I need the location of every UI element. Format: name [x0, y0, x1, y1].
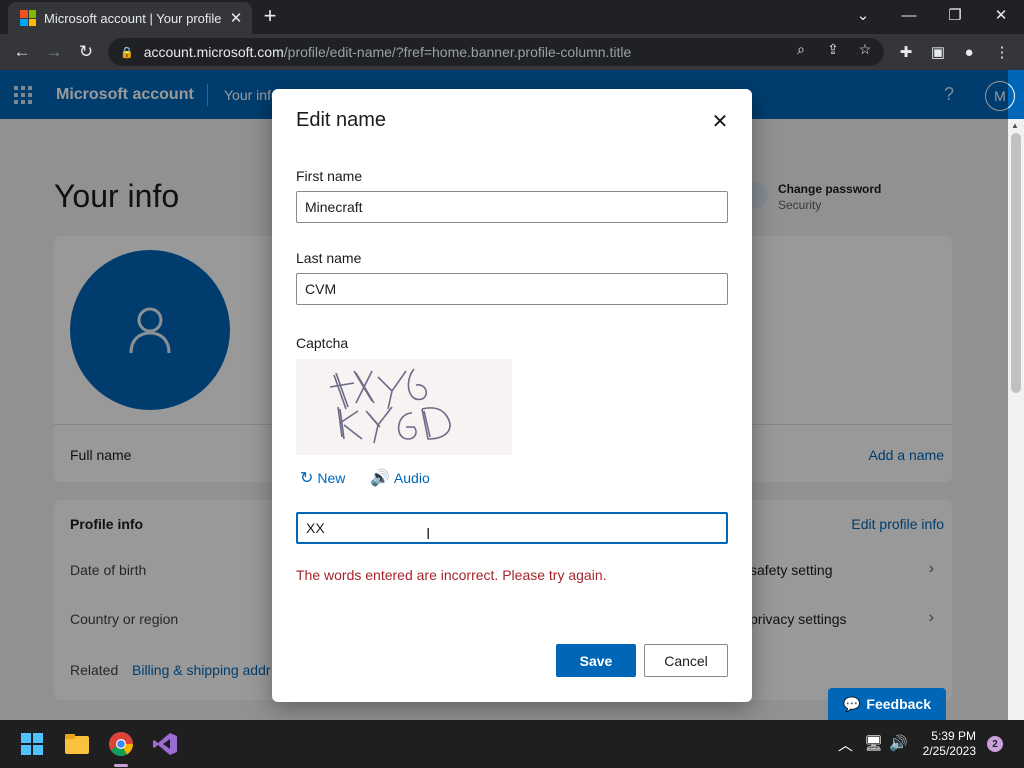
- windows-start-icon[interactable]: [18, 730, 46, 758]
- dialog-title: Edit name: [296, 109, 387, 131]
- audio-captcha-label: Audio: [393, 470, 430, 486]
- browser-tab[interactable]: Microsoft account | Your profile ✕: [8, 2, 252, 34]
- visual-studio-icon[interactable]: [151, 730, 179, 758]
- first-name-label: First name: [296, 168, 363, 184]
- microsoft-logo-icon: [20, 10, 36, 26]
- share-icon[interactable]: ⇪: [824, 40, 842, 58]
- forward-icon[interactable]: →: [42, 40, 66, 64]
- audio-captcha-button[interactable]: 🔊 Audio: [370, 468, 430, 488]
- browser-titlebar: Microsoft account | Your profile ✕ + ⌄ —…: [0, 0, 1024, 34]
- refresh-icon: ↻: [300, 470, 314, 487]
- extensions-icon[interactable]: ✚: [896, 42, 916, 62]
- active-app-indicator: [114, 764, 128, 767]
- scroll-up-icon[interactable]: ▲: [1011, 121, 1019, 130]
- zoom-search-icon[interactable]: ⌕: [792, 40, 810, 58]
- reload-icon[interactable]: ↻: [74, 40, 98, 64]
- save-button[interactable]: Save: [556, 644, 636, 677]
- last-name-field[interactable]: CVM: [296, 273, 728, 305]
- window-close-icon[interactable]: ✕: [978, 0, 1024, 30]
- page-scrollbar[interactable]: ▲ ▼: [1008, 119, 1024, 720]
- restore-icon[interactable]: ❐: [932, 0, 978, 30]
- new-captcha-label: New: [317, 470, 346, 486]
- captcha-input[interactable]: XX: [296, 512, 728, 544]
- bookmark-star-icon[interactable]: ☆: [856, 40, 874, 58]
- tab-title: Microsoft account | Your profile: [44, 10, 222, 26]
- first-name-field[interactable]: Minecraft: [296, 191, 728, 223]
- profile-icon[interactable]: ●: [959, 42, 979, 62]
- notification-badge[interactable]: 2: [987, 736, 1003, 752]
- feedback-button[interactable]: 💬 Feedback: [828, 688, 946, 720]
- system-clock[interactable]: 5:39 PM 2/25/2023: [916, 729, 976, 759]
- minimize-icon[interactable]: —: [886, 0, 932, 30]
- side-panel-icon[interactable]: ▣: [928, 42, 948, 62]
- clock-time: 5:39 PM: [931, 729, 976, 743]
- url-host: account.microsoft.com: [143, 44, 284, 60]
- speaker-icon: 🔊: [370, 470, 390, 487]
- feedback-icon: 💬: [842, 695, 861, 712]
- tab-close-icon[interactable]: ✕: [226, 9, 246, 27]
- browser-toolbar: ← → ↻ 🔒 account.microsoft.com/profile/ed…: [0, 34, 1024, 70]
- file-explorer-icon[interactable]: [63, 730, 91, 758]
- close-icon[interactable]: ✕: [710, 111, 730, 133]
- chrome-icon[interactable]: [107, 730, 135, 758]
- address-bar[interactable]: 🔒 account.microsoft.com/profile/edit-nam…: [108, 38, 884, 66]
- edit-name-dialog: Edit name ✕ First name Minecraft Last na…: [272, 89, 752, 702]
- volume-icon[interactable]: 🔊: [889, 734, 908, 752]
- tab-search-icon[interactable]: ⌄: [840, 0, 886, 30]
- captcha-image: [296, 359, 512, 455]
- captcha-label: Captcha: [296, 335, 349, 351]
- scroll-thumb[interactable]: [1011, 133, 1021, 393]
- lock-icon: 🔒: [120, 46, 134, 59]
- network-icon[interactable]: 🖥: [864, 734, 883, 752]
- new-tab-icon[interactable]: +: [260, 5, 280, 29]
- new-captcha-button[interactable]: ↻ New: [300, 468, 345, 488]
- clock-date: 2/25/2023: [922, 744, 976, 758]
- error-message: The words entered are incorrect. Please …: [296, 567, 607, 583]
- last-name-label: Last name: [296, 250, 362, 266]
- menu-kebab-icon[interactable]: ⋮: [992, 42, 1012, 62]
- url-path: /profile/edit-name/?fref=home.banner.pro…: [283, 44, 632, 60]
- windows-taskbar: ︿ 🖥 🔊 5:39 PM 2/25/2023 2: [0, 720, 1024, 768]
- cancel-button[interactable]: Cancel: [644, 644, 728, 677]
- feedback-label: Feedback: [866, 696, 932, 712]
- text-cursor-icon: I: [426, 526, 431, 543]
- tray-chevron-icon[interactable]: ︿: [838, 734, 853, 755]
- back-icon[interactable]: ←: [10, 40, 34, 64]
